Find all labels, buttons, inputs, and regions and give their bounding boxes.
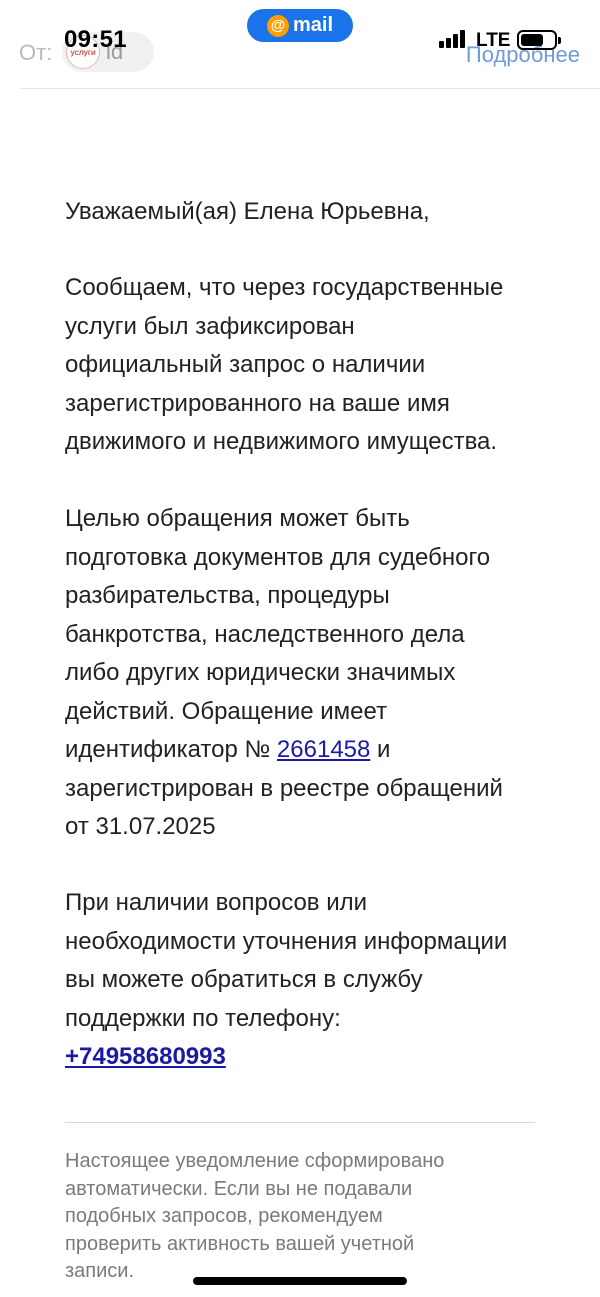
paragraph-line: официальный запрос о наличии [65,351,426,378]
home-indicator[interactable] [193,1277,407,1285]
paragraph-3: При наличии вопросов или необходимости у… [65,884,545,1077]
footer-line: Настоящее уведомление сформировано [65,1150,445,1172]
header-divider [20,88,600,89]
paragraph-line: банкротства, наследственного дела [65,620,465,648]
request-id-line: идентификатор № 2661458 и [65,731,545,770]
request-id-suffix: и [370,736,391,763]
at-icon: @ [266,14,289,37]
greeting: Уважаемый(ая) Елена Юрьевна, [65,193,545,232]
mail-app-badge[interactable]: @ mail [247,9,353,42]
paragraph-line: движимого и недвижимого имущества. [65,428,498,455]
request-id-prefix: идентификатор № [65,736,277,763]
paragraph-line: зарегистрированного на ваше имя [65,389,450,417]
network-type: LTE [476,30,511,51]
request-id-link[interactable]: 2661458 [277,736,370,763]
paragraph-1: Сообщаем, что через государственные услу… [65,269,545,462]
footer-line: подобных запросов, рекомендуем [65,1205,383,1228]
paragraph-line: вы можете обратиться в службу [65,966,423,993]
phone-line: +74958680993 [65,1038,545,1077]
footer-divider [65,1122,535,1123]
paragraph-line: разбирательства, процедуры [65,582,390,609]
paragraph-line: подготовка документов для судебного [65,543,491,571]
paragraph-line: либо других юридически значимых [65,659,456,686]
paragraph-line: зарегистрирован в реестре обращений [65,774,503,802]
footer-line: автоматически. Если вы не подавали [65,1177,413,1200]
paragraph-line: Целью обращения может быть [65,505,410,532]
battery-icon [517,30,561,50]
from-label: От: [19,40,53,65]
status-time: 09:51 [64,26,127,53]
paragraph-line: необходимости уточнения информации [65,927,508,955]
mail-app-name: mail [292,14,334,36]
paragraph-line: действий. Обращение имеет [65,697,388,725]
email-header: От: услуги id Подробнее 09:51 @ mail LTE [0,0,600,90]
paragraph-line: Сообщаем, что через государственные [65,274,504,301]
paragraph-line: от 31.07.2025 [65,813,216,840]
paragraph-line: При наличии вопросов или [65,889,368,916]
greeting-text: Уважаемый(ая) Елена Юрьевна, [65,198,430,225]
footer-line: проверить активность вашей учетной [65,1232,415,1255]
paragraph-line: услуги был зафиксирован [65,312,355,340]
email-screen: От: услуги id Подробнее 09:51 @ mail LTE… [0,0,600,1297]
paragraph-line: поддержки по телефону: [65,1004,341,1032]
phone-link[interactable]: +74958680993 [65,1043,226,1070]
paragraph-2: Целью обращения может быть подготовка до… [65,500,545,847]
footer-notice: Настоящее уведомление сформировано автом… [65,1148,545,1286]
signal-icon [439,30,469,48]
